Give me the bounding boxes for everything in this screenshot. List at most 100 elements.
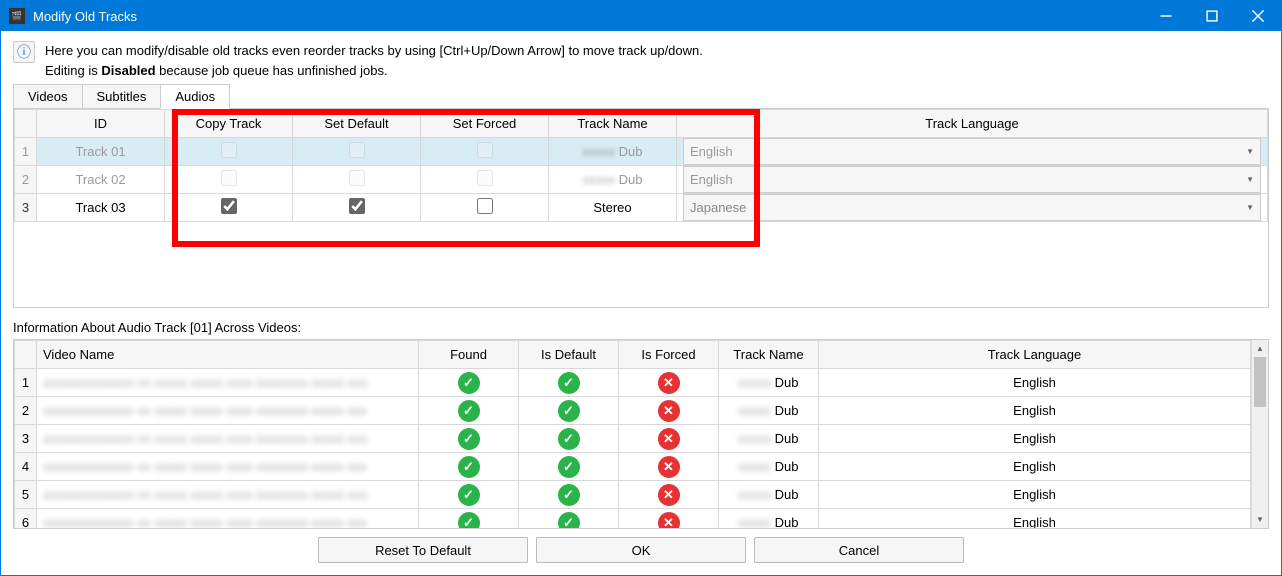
- default-cell: ✓: [519, 397, 619, 425]
- check-icon: ✓: [558, 456, 580, 478]
- track-row[interactable]: 3Track 03StereoJapanese▼: [15, 194, 1268, 222]
- header2-language[interactable]: Track Language: [819, 341, 1251, 369]
- scroll-thumb[interactable]: [1254, 357, 1266, 407]
- language-cell: English: [819, 425, 1251, 453]
- info-row[interactable]: 5xxxxxxxxxxxxxx xx xxxxx xxxxx xxxx xxxx…: [15, 481, 1251, 509]
- trackname-cell[interactable]: Stereo: [549, 194, 677, 222]
- language-dropdown[interactable]: English▼: [683, 166, 1261, 193]
- check-icon: ✓: [558, 484, 580, 506]
- found-cell: ✓: [419, 425, 519, 453]
- header-language[interactable]: Track Language: [677, 110, 1268, 138]
- cancel-button[interactable]: Cancel: [754, 537, 964, 563]
- scroll-up-icon[interactable]: ▲: [1252, 340, 1268, 357]
- close-button[interactable]: [1235, 1, 1281, 31]
- close-icon: [1251, 9, 1265, 23]
- found-cell: ✓: [419, 453, 519, 481]
- forced-checkbox[interactable]: [477, 170, 493, 186]
- scroll-track[interactable]: [1252, 357, 1268, 511]
- forced-cell: ✕: [619, 397, 719, 425]
- row-number: 5: [15, 481, 37, 509]
- video-name-cell: xxxxxxxxxxxxxx xx xxxxx xxxxx xxxx xxxxx…: [37, 369, 419, 397]
- maximize-button[interactable]: [1189, 1, 1235, 31]
- default-cell: [293, 166, 421, 194]
- row-number: 4: [15, 453, 37, 481]
- forced-checkbox[interactable]: [477, 142, 493, 158]
- language-cell: English: [819, 509, 1251, 530]
- info-row[interactable]: 4xxxxxxxxxxxxxx xx xxxxx xxxxx xxxx xxxx…: [15, 453, 1251, 481]
- language-cell: English: [819, 397, 1251, 425]
- info-table: Video Name Found Is Default Is Forced Tr…: [14, 340, 1251, 529]
- header-default[interactable]: Set Default: [293, 110, 421, 138]
- language-cell: English: [819, 453, 1251, 481]
- copy-checkbox[interactable]: [221, 170, 237, 186]
- forced-cell: ✕: [619, 453, 719, 481]
- default-checkbox[interactable]: [349, 142, 365, 158]
- maximize-icon: [1205, 9, 1219, 23]
- check-icon: ✓: [558, 512, 580, 530]
- language-dropdown[interactable]: Japanese▼: [683, 194, 1261, 221]
- default-checkbox[interactable]: [349, 198, 365, 214]
- video-name-cell: xxxxxxxxxxxxxx xx xxxxx xxxxx xxxx xxxxx…: [37, 453, 419, 481]
- chevron-down-icon: ▼: [1246, 175, 1254, 184]
- forced-cell: ✕: [619, 369, 719, 397]
- header2-forced[interactable]: Is Forced: [619, 341, 719, 369]
- copy-cell: [165, 194, 293, 222]
- forced-checkbox[interactable]: [477, 198, 493, 214]
- cross-icon: ✕: [658, 400, 680, 422]
- language-dropdown[interactable]: English▼: [683, 138, 1261, 165]
- default-cell: ✓: [519, 509, 619, 530]
- tabs: Videos Subtitles Audios: [13, 84, 1269, 109]
- header-forced[interactable]: Set Forced: [421, 110, 549, 138]
- header2-default[interactable]: Is Default: [519, 341, 619, 369]
- default-cell: ✓: [519, 425, 619, 453]
- default-cell: ✓: [519, 369, 619, 397]
- language-cell: Japanese▼: [677, 194, 1268, 222]
- found-cell: ✓: [419, 481, 519, 509]
- scroll-down-icon[interactable]: ▼: [1252, 511, 1268, 528]
- track-row[interactable]: 1Track 01xxxxx DubEnglish▼: [15, 138, 1268, 166]
- found-cell: ✓: [419, 397, 519, 425]
- info-row[interactable]: 1xxxxxxxxxxxxxx xx xxxxx xxxxx xxxx xxxx…: [15, 369, 1251, 397]
- tab-audios[interactable]: Audios: [160, 84, 230, 109]
- info-text: Here you can modify/disable old tracks e…: [45, 41, 703, 80]
- reset-button[interactable]: Reset To Default: [318, 537, 528, 563]
- cross-icon: ✕: [658, 428, 680, 450]
- info-row[interactable]: 6xxxxxxxxxxxxxx xx xxxxx xxxxx xxxx xxxx…: [15, 509, 1251, 530]
- trackname-cell: xxxxx Dub: [719, 425, 819, 453]
- header2-found[interactable]: Found: [419, 341, 519, 369]
- trackname-cell[interactable]: xxxxx Dub: [549, 138, 677, 166]
- header-copy[interactable]: Copy Track: [165, 110, 293, 138]
- minimize-button[interactable]: [1143, 1, 1189, 31]
- video-name-cell: xxxxxxxxxxxxxx xx xxxxx xxxxx xxxx xxxxx…: [37, 509, 419, 530]
- header-trackname[interactable]: Track Name: [549, 110, 677, 138]
- found-cell: ✓: [419, 369, 519, 397]
- tab-subtitles[interactable]: Subtitles: [82, 84, 162, 109]
- header2-trackname[interactable]: Track Name: [719, 341, 819, 369]
- track-row[interactable]: 2Track 02xxxxx DubEnglish▼: [15, 166, 1268, 194]
- copy-checkbox[interactable]: [221, 142, 237, 158]
- video-name-cell: xxxxxxxxxxxxxx xx xxxxx xxxxx xxxx xxxxx…: [37, 397, 419, 425]
- header-id[interactable]: ID: [37, 110, 165, 138]
- info-icon: ⓘ: [13, 41, 35, 63]
- info-row[interactable]: 3xxxxxxxxxxxxxx xx xxxxx xxxxx xxxx xxxx…: [15, 425, 1251, 453]
- cross-icon: ✕: [658, 372, 680, 394]
- check-icon: ✓: [558, 372, 580, 394]
- trackname-cell: xxxxx Dub: [719, 481, 819, 509]
- copy-checkbox[interactable]: [221, 198, 237, 214]
- tracks-table-wrap: ID Copy Track Set Default Set Forced Tra…: [13, 108, 1269, 308]
- header2-videoname[interactable]: Video Name: [37, 341, 419, 369]
- default-checkbox[interactable]: [349, 170, 365, 186]
- video-name-cell: xxxxxxxxxxxxxx xx xxxxx xxxxx xxxx xxxxx…: [37, 481, 419, 509]
- app-icon: 🎬: [9, 8, 25, 24]
- minimize-icon: [1159, 9, 1173, 23]
- info-line1: Here you can modify/disable old tracks e…: [45, 41, 703, 61]
- row-number: 2: [15, 397, 37, 425]
- trackname-cell: xxxxx Dub: [719, 509, 819, 530]
- scrollbar[interactable]: ▲ ▼: [1251, 340, 1268, 528]
- ok-button[interactable]: OK: [536, 537, 746, 563]
- trackname-cell[interactable]: xxxxx Dub: [549, 166, 677, 194]
- row-number: 1: [15, 369, 37, 397]
- titlebar: 🎬 Modify Old Tracks: [1, 1, 1281, 31]
- tab-videos[interactable]: Videos: [13, 84, 83, 109]
- info-row[interactable]: 2xxxxxxxxxxxxxx xx xxxxx xxxxx xxxx xxxx…: [15, 397, 1251, 425]
